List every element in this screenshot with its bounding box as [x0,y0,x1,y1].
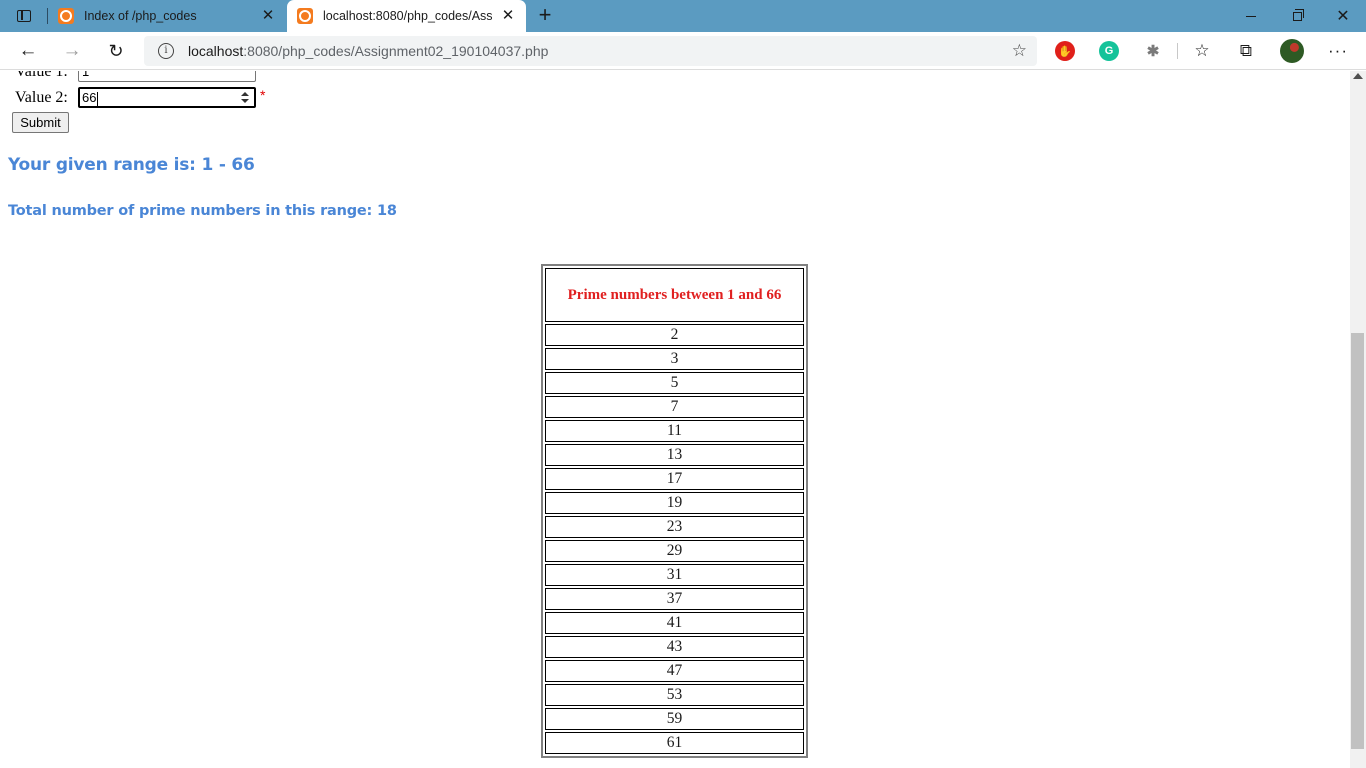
browser-titlebar: Index of /php_codes ✕ localhost:8080/php… [0,0,1366,32]
collections-icon[interactable]: ⧉ [1234,39,1258,63]
table-row: 19 [545,492,804,514]
table-row: 2 [545,324,804,346]
url-host: localhost [188,43,244,59]
prime-cell: 5 [545,372,804,394]
prime-cell: 19 [545,492,804,514]
tab-index-php-codes[interactable]: Index of /php_codes ✕ [48,0,286,32]
total-primes-heading: Total number of prime numbers in this ra… [8,203,397,219]
required-mark: * [260,87,266,103]
prime-cell: 7 [545,396,804,418]
prime-cell: 29 [545,540,804,562]
table-row: 11 [545,420,804,442]
range-heading: Your given range is: 1 - 66 [8,155,255,175]
xampp-favicon-icon [58,8,74,24]
arrow-left-icon[interactable]: ← [13,36,43,66]
value1-text: 1 [82,71,90,79]
minimize-button[interactable] [1228,0,1274,32]
value2-input[interactable]: 66 [78,87,256,108]
prime-cell: 59 [545,708,804,730]
tab-title: localhost:8080/php_codes/Assignment02_19… [323,9,493,23]
prime-cell: 31 [545,564,804,586]
prime-cell: 2 [545,324,804,346]
table-row: 41 [545,612,804,634]
browser-toolbar: ← → ↻ i localhost:8080/php_codes/Assignm… [0,32,1366,70]
primes-table: Prime numbers between 1 and 66 2 3 5 7 11 13 1… [541,264,808,758]
prime-cell: 53 [545,684,804,706]
page-viewport: Value 1: 1 * Value 2: 66 * Submit Your g… [0,71,1350,768]
table-row: 31 [545,564,804,586]
bug-extension-icon[interactable]: ✱ [1143,41,1163,61]
scrollbar-thumb[interactable] [1351,333,1364,749]
table-row: 29 [545,540,804,562]
table-row: 13 [545,444,804,466]
prime-cell: 41 [545,612,804,634]
table-row: 53 [545,684,804,706]
prime-cell: 61 [545,732,804,754]
arrow-right-icon[interactable]: → [57,36,87,66]
new-tab-icon[interactable]: + [534,4,556,26]
minimize-icon [1246,15,1256,17]
table-row: 5 [545,372,804,394]
tab-close-icon[interactable]: ✕ [260,8,276,24]
table-row: 17 [545,468,804,490]
value2-text: 66 [82,90,97,105]
prime-cell: 47 [545,660,804,682]
prime-cell: 23 [545,516,804,538]
info-icon[interactable]: i [158,43,174,59]
value1-label: Value 1: [15,71,68,80]
text-caret [97,91,99,106]
prime-cell: 43 [545,636,804,658]
tab-title: Index of /php_codes [84,9,197,23]
url-path: :8080/php_codes/Assignment02_190104037.p… [243,43,549,59]
address-bar[interactable]: i localhost:8080/php_codes/Assignment02_… [144,36,1037,66]
required-mark: * [260,71,265,77]
prime-cell: 17 [545,468,804,490]
prime-cell: 11 [545,420,804,442]
primes-table-body: 2 3 5 7 11 13 17 19 23 29 31 37 41 43 47 53 59 61 [545,324,804,754]
xampp-favicon-icon [297,8,313,24]
spinner-icon[interactable] [241,92,250,104]
favorites-icon[interactable]: ☆ [1190,39,1214,63]
table-row: 3 [545,348,804,370]
grammarly-extension-icon[interactable]: G [1099,41,1119,61]
url-text[interactable]: localhost:8080/php_codes/Assignment02_19… [188,43,548,59]
prime-cell: 13 [545,444,804,466]
close-window-button[interactable]: ✕ [1320,0,1366,32]
restore-icon [1292,8,1304,21]
prime-cell: 3 [545,348,804,370]
table-row: 47 [545,660,804,682]
table-row: 23 [545,516,804,538]
value1-input[interactable]: 1 [78,71,256,82]
tab-actions-icon[interactable] [10,6,38,26]
star-plus-icon[interactable]: ☆ [1012,41,1027,61]
toolbar-divider [1177,43,1178,59]
table-row: 61 [545,732,804,754]
table-row: 7 [545,396,804,418]
adblock-extension-icon[interactable]: ✋ [1055,41,1075,61]
prime-cell: 37 [545,588,804,610]
table-row: 43 [545,636,804,658]
primes-table-header: Prime numbers between 1 and 66 [545,268,804,322]
submit-button[interactable]: Submit [12,112,69,133]
tab-assignment[interactable]: localhost:8080/php_codes/Assignment02_19… [287,0,526,32]
profile-avatar[interactable] [1280,39,1304,63]
scroll-up-icon[interactable] [1353,73,1363,79]
reload-icon[interactable]: ↻ [101,36,131,66]
restore-button[interactable] [1274,0,1320,32]
table-row: 59 [545,708,804,730]
value2-label: Value 2: [15,89,68,106]
table-row: 37 [545,588,804,610]
more-icon[interactable]: ··· [1326,39,1350,63]
tab-close-icon[interactable]: ✕ [500,8,516,24]
